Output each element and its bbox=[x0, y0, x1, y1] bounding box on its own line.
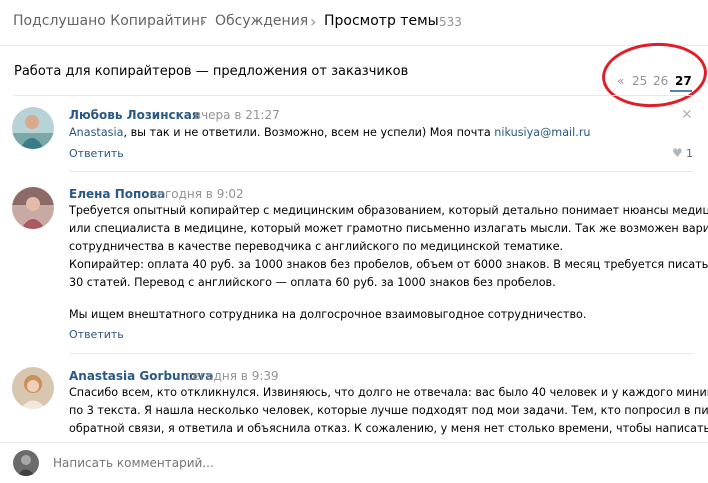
post-text-line: Мы ищем внештатного сотрудника на долгос… bbox=[69, 308, 587, 321]
breadcrumb-group[interactable]: Подслушано Копирайтинг bbox=[13, 13, 207, 29]
post-text: Anastasia, вы так и не ответили. Возможн… bbox=[69, 124, 591, 142]
email-link[interactable]: nikusiya@mail.ru bbox=[494, 126, 590, 139]
post-text-line: или специалиста в медицине, который може… bbox=[69, 222, 708, 235]
post-text-body: , вы так и не ответили. Возможно, всем н… bbox=[123, 126, 495, 139]
close-icon[interactable]: ✕ bbox=[681, 107, 693, 123]
post-text-line: по 3 текста. Я нашла несколько человек, … bbox=[69, 404, 708, 417]
avatar[interactable] bbox=[12, 367, 54, 409]
post-date[interactable]: сегодня в 9:02 bbox=[151, 187, 244, 201]
avatar[interactable] bbox=[12, 187, 54, 229]
post-text-line: Спасибо всем, кто откликнулся. Извиняюсь… bbox=[69, 386, 708, 399]
post-text-line: сотрудничества в качестве переводчика с … bbox=[69, 240, 564, 253]
mention-link[interactable]: Anastasia bbox=[69, 126, 123, 139]
breadcrumb-current: Просмотр темы bbox=[324, 13, 439, 29]
post-text-line: обратной связи, я ответила и объяснила о… bbox=[69, 422, 708, 435]
topic-count: 533 bbox=[439, 15, 462, 29]
post-text-line: Копирайтер: оплата 40 руб. за 1000 знако… bbox=[69, 258, 708, 271]
like-count: 1 bbox=[686, 147, 693, 160]
annotation-circle bbox=[599, 39, 708, 111]
avatar[interactable] bbox=[12, 107, 54, 149]
post-date[interactable]: сегодня в 9:39 bbox=[186, 369, 279, 383]
comment-input[interactable] bbox=[53, 456, 653, 470]
post-text-line: 30 статей. Перевод с английского — оплат… bbox=[69, 276, 556, 289]
post-author[interactable]: Любовь Лозинская bbox=[69, 108, 200, 122]
divider bbox=[69, 171, 693, 172]
chevron-right-icon: › bbox=[310, 12, 317, 31]
breadcrumb-discussions[interactable]: Обсуждения bbox=[215, 13, 308, 29]
divider bbox=[69, 353, 693, 354]
topic-title: Работа для копирайтеров — предложения от… bbox=[14, 64, 409, 79]
page-header: Подслушано Копирайтинг › Обсуждения › Пр… bbox=[0, 0, 708, 46]
chevron-right-icon: › bbox=[200, 12, 207, 31]
divider bbox=[13, 95, 693, 96]
post-date[interactable]: вчера в 21:27 bbox=[194, 108, 280, 122]
heart-icon[interactable]: ♥ bbox=[672, 146, 683, 160]
post-text-line: Требуется опытный копирайтер с медицинск… bbox=[69, 204, 708, 217]
reply-button[interactable]: Ответить bbox=[69, 147, 124, 160]
reply-button[interactable]: Ответить bbox=[69, 328, 124, 341]
avatar[interactable] bbox=[13, 450, 39, 476]
